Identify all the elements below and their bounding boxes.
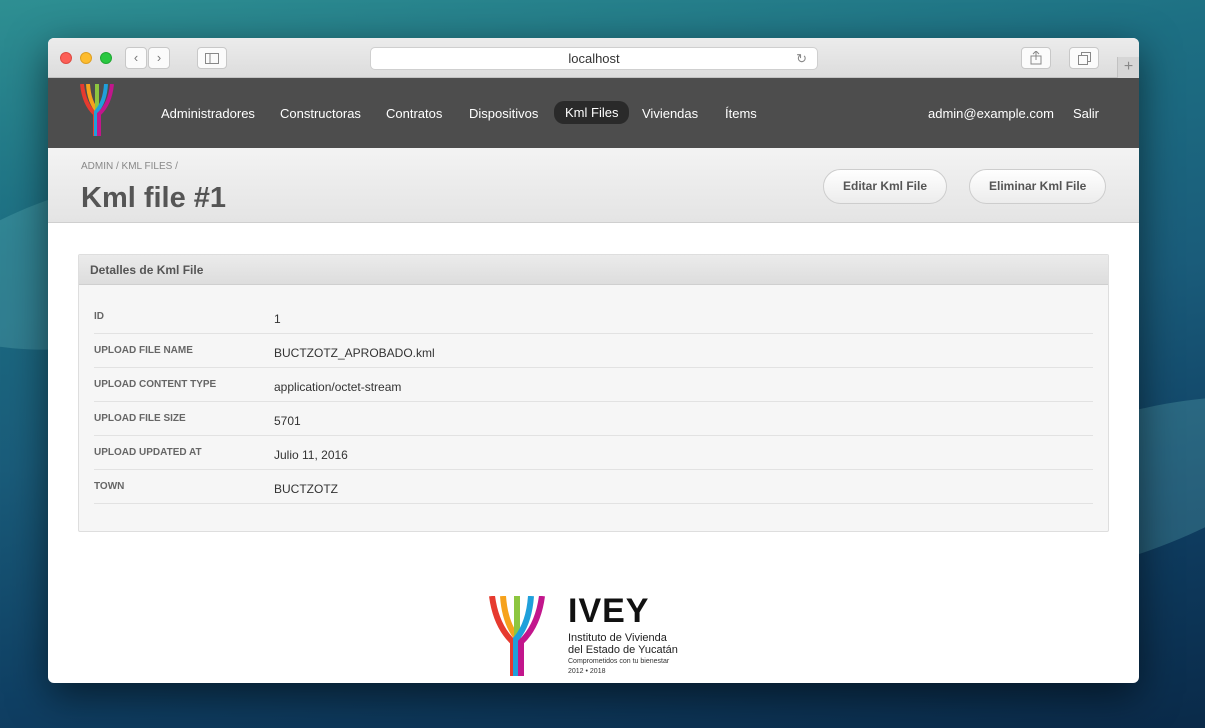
detail-row: TOWN BUCTZOTZ [94, 470, 1093, 504]
nav-item-contratos[interactable]: Contratos [386, 104, 442, 123]
ivey-logo-icon[interactable] [78, 84, 116, 136]
sidebar-icon[interactable] [197, 47, 227, 69]
detail-row: UPLOAD CONTENT TYPE application/octet-st… [94, 368, 1093, 402]
browser-window: ‹ › localhost ↻ + Administradores Constr… [48, 38, 1139, 683]
address-bar[interactable]: localhost ↻ [370, 47, 818, 70]
logout-link[interactable]: Salir [1073, 104, 1099, 123]
nav-item-administradores[interactable]: Administradores [161, 104, 255, 123]
detail-key: ID [94, 311, 104, 322]
breadcrumb[interactable]: ADMIN / KML FILES / [81, 161, 178, 172]
detail-key: UPLOAD UPDATED AT [94, 447, 202, 458]
page-header: ADMIN / KML FILES / Kml file #1 Editar K… [48, 148, 1139, 223]
detail-value: application/octet-stream [274, 380, 402, 394]
footer-line1: Instituto de Vivienda [568, 632, 667, 644]
detail-key: UPLOAD FILE NAME [94, 345, 193, 356]
detail-value: BUCTZOTZ_APROBADO.kml [274, 346, 435, 360]
nav-item-constructoras[interactable]: Constructoras [280, 104, 361, 123]
nav-item-viviendas[interactable]: Viviendas [642, 104, 698, 123]
detail-key: UPLOAD FILE SIZE [94, 413, 186, 424]
forward-icon[interactable]: › [148, 47, 170, 69]
detail-value: 5701 [274, 414, 301, 428]
nav-item-dispositivos[interactable]: Dispositivos [469, 104, 538, 123]
detail-row: UPLOAD FILE SIZE 5701 [94, 402, 1093, 436]
minimize-window-button[interactable] [80, 52, 92, 64]
footer-logo: IVEY Instituto de Vivienda del Estado de… [488, 592, 678, 680]
app-navbar: Administradores Constructoras Contratos … [48, 78, 1139, 148]
edit-kml-file-button[interactable]: Editar Kml File [823, 169, 948, 204]
new-tab-icon[interactable]: + [1117, 57, 1139, 78]
back-icon[interactable]: ‹ [125, 47, 147, 69]
footer-tagline: Comprometidos con tu bienestar [568, 658, 670, 665]
detail-key: UPLOAD CONTENT TYPE [94, 379, 217, 390]
footer-years: 2012 • 2018 [568, 668, 606, 675]
nav-item-kml-files[interactable]: Kml Files [554, 101, 630, 124]
page-title: Kml file #1 [81, 182, 227, 214]
detail-row: UPLOAD FILE NAME BUCTZOTZ_APROBADO.kml [94, 334, 1093, 368]
reload-icon[interactable]: ↻ [796, 48, 807, 69]
share-icon[interactable] [1021, 47, 1051, 69]
close-window-button[interactable] [60, 52, 72, 64]
footer-line2: del Estado de Yucatán [568, 644, 678, 656]
zoom-window-button[interactable] [100, 52, 112, 64]
footer-brand: IVEY [568, 592, 650, 630]
tabs-icon[interactable] [1069, 47, 1099, 69]
user-email-link[interactable]: admin@example.com [928, 104, 1054, 123]
nav-item-items[interactable]: Ítems [725, 104, 757, 123]
details-panel: Detalles de Kml File ID 1 UPLOAD FILE NA… [78, 254, 1109, 532]
browser-toolbar: ‹ › localhost ↻ + [48, 38, 1139, 78]
panel-title: Detalles de Kml File [79, 255, 1108, 285]
ivey-emblem-icon [489, 596, 545, 676]
detail-key: TOWN [94, 481, 125, 492]
detail-value: BUCTZOTZ [274, 482, 338, 496]
detail-row: ID 1 [94, 300, 1093, 334]
detail-value: Julio 11, 2016 [274, 448, 348, 462]
url-text: localhost [568, 51, 620, 66]
detail-value: 1 [274, 312, 281, 326]
delete-kml-file-button[interactable]: Eliminar Kml File [969, 169, 1107, 204]
detail-row: UPLOAD UPDATED AT Julio 11, 2016 [94, 436, 1093, 470]
